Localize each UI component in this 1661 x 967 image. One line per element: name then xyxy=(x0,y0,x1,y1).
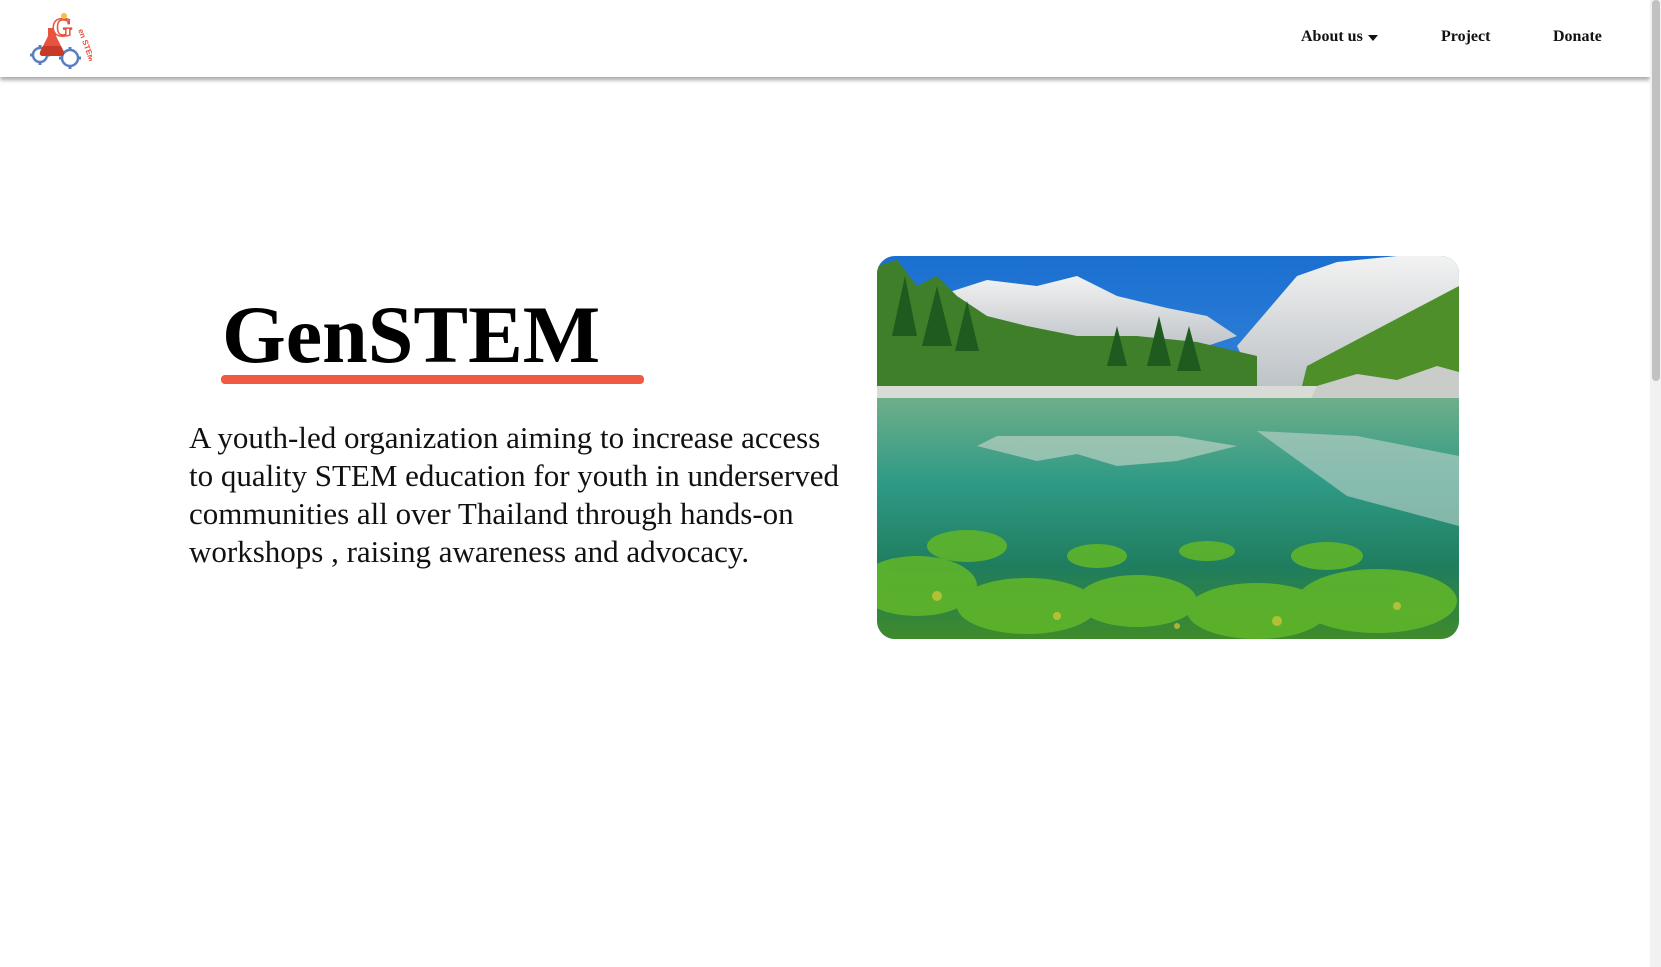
scrollbar-thumb[interactable] xyxy=(1652,0,1660,381)
nav-item-about-us[interactable]: About us xyxy=(1301,28,1378,46)
mountain-lake-photo xyxy=(877,256,1459,639)
caret-down-icon xyxy=(1367,34,1378,41)
logo-icon: G en STEM xyxy=(30,12,96,69)
hero-description: A youth-led organization aiming to incre… xyxy=(189,420,840,569)
title-underline xyxy=(221,375,644,384)
nav-item-label: Project xyxy=(1441,28,1491,45)
nav-item-donate[interactable]: Donate xyxy=(1553,28,1602,46)
navbar: G en STEM About us Project Donate xyxy=(0,0,1650,77)
page: G en STEM About us Project Donate GenSTE… xyxy=(0,0,1661,967)
nav-item-label: Donate xyxy=(1553,28,1602,45)
nav-item-label: About us xyxy=(1301,28,1363,45)
vertical-scrollbar[interactable] xyxy=(1650,0,1661,967)
nav-item-project[interactable]: Project xyxy=(1441,28,1490,46)
page-title: GenSTEM xyxy=(222,289,601,380)
mountain-lake-image xyxy=(877,256,1459,639)
genstem-logo[interactable]: G en STEM xyxy=(26,8,96,70)
